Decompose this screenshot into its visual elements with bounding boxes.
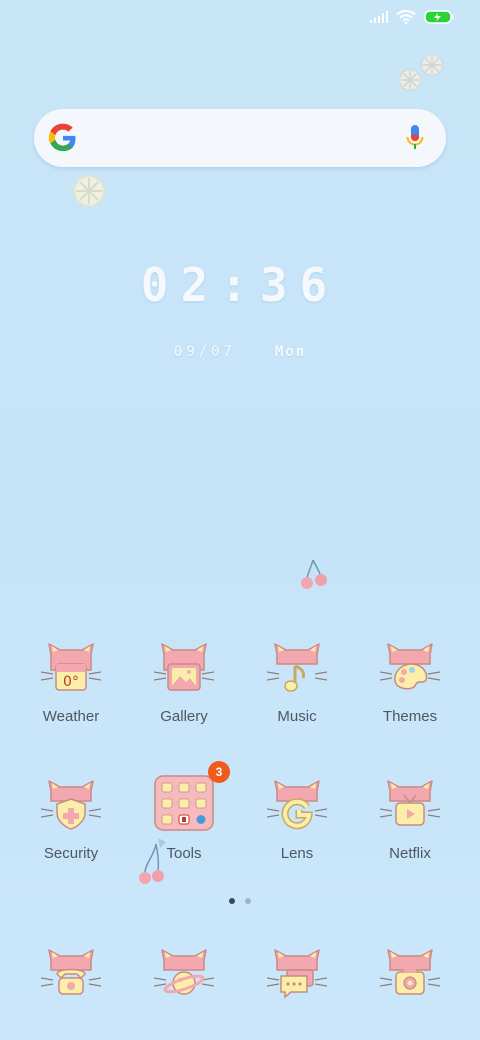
dock-phone[interactable] — [16, 948, 126, 1008]
app-label: Netflix — [389, 845, 431, 862]
netflix-cat-icon — [379, 779, 441, 839]
signal-bars-icon — [370, 11, 388, 23]
app-label: Security — [43, 845, 99, 862]
app-label: Gallery — [160, 708, 208, 725]
app-label: Lens — [280, 845, 314, 862]
page-indicator[interactable] — [0, 898, 480, 904]
search-bar[interactable] — [34, 109, 446, 167]
google-g-icon — [48, 123, 78, 157]
lens-cat-icon — [266, 779, 328, 839]
status-bar — [370, 10, 454, 24]
cherries-decoration — [301, 559, 327, 589]
dock-browser[interactable] — [129, 948, 239, 1008]
phone-cat-icon — [40, 948, 102, 1008]
battery-charging-icon — [424, 10, 454, 24]
app-gallery[interactable]: Gallery — [129, 642, 239, 725]
lemon-slice-decoration — [420, 53, 444, 77]
lemon-slice-decoration — [73, 175, 105, 207]
date-value: 09/07 — [173, 344, 236, 360]
weather-cat-icon: 0° — [40, 642, 102, 702]
gallery-cat-icon — [153, 642, 215, 702]
svg-text:0°: 0° — [63, 674, 79, 690]
app-lens[interactable]: Lens — [242, 779, 352, 862]
dock-messages[interactable] — [242, 948, 352, 1008]
clock-time[interactable]: 02:36 — [0, 258, 480, 312]
music-cat-icon — [266, 642, 328, 702]
camera-cat-icon — [379, 948, 441, 1008]
app-netflix[interactable]: Netflix — [355, 779, 465, 862]
security-cat-icon — [40, 779, 102, 839]
lemon-slice-decoration — [398, 68, 422, 92]
app-label: Themes — [382, 708, 438, 725]
messages-cat-icon — [266, 948, 328, 1008]
page-dot-active[interactable] — [229, 898, 235, 904]
app-tools-folder[interactable]: 3 Tools — [129, 761, 239, 862]
app-security[interactable]: Security — [16, 779, 126, 862]
day-value: Mon — [274, 344, 307, 360]
app-label: Weather — [42, 708, 100, 725]
tools-folder-icon: 3 — [154, 761, 230, 839]
app-label: Tools — [166, 845, 202, 862]
dock-camera[interactable] — [355, 948, 465, 1008]
wifi-icon — [396, 10, 416, 24]
notification-badge: 3 — [208, 761, 230, 783]
app-label: Music — [277, 708, 317, 725]
moon-decoration — [150, 367, 173, 395]
browser-cat-icon — [153, 948, 215, 1008]
clock-date: 09/07 Mon — [0, 344, 480, 360]
themes-cat-icon — [379, 642, 441, 702]
app-themes[interactable]: Themes — [355, 642, 465, 725]
app-weather[interactable]: 0° Weather — [16, 642, 126, 725]
page-dot[interactable] — [245, 898, 251, 904]
microphone-icon[interactable] — [406, 125, 424, 155]
app-music[interactable]: Music — [242, 642, 352, 725]
